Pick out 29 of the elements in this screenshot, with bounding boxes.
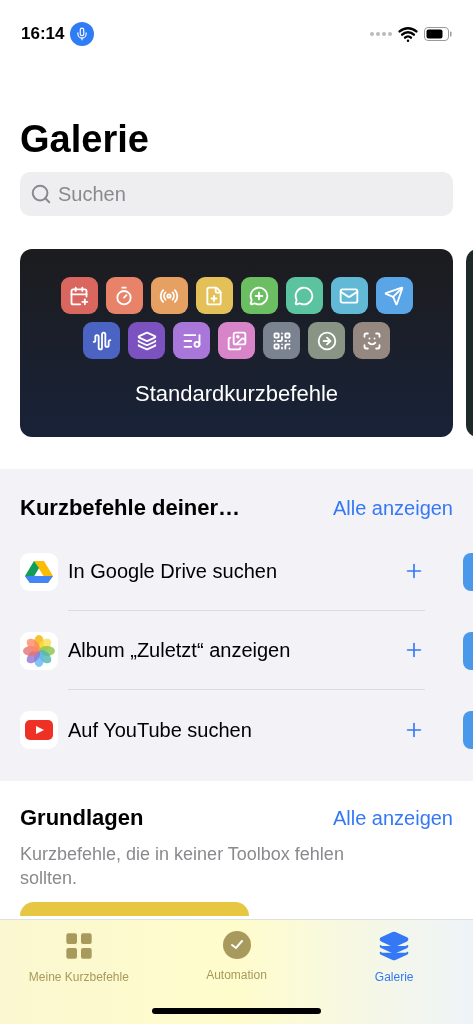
section-title: Kurzbefehle deiner… [20,494,241,522]
youtube-icon [20,710,58,749]
google-drive-icon [20,552,58,591]
shortcut-name[interactable]: Album „Zuletzt“ anzeigen [68,635,403,665]
tab-item[interactable]: Automation [157,920,316,995]
search-icon [30,183,52,205]
card-title: Standardkurzbefehle [135,380,338,408]
section-title: Grundlagen [20,804,144,832]
status-time: 16:14 [21,23,65,46]
tab-item[interactable]: Galerie [315,920,473,995]
shortcut-collection-card[interactable]: Standardkurzbefehle [20,249,453,437]
shortcut-name[interactable]: Auf YouTube suchen [68,714,403,745]
tab-item[interactable]: Meine Kurzbefehle [0,920,158,995]
search-field[interactable]: Suchen [20,172,453,216]
next-column-icon [463,631,473,670]
shortcut-name[interactable]: In Google Drive suchen [68,556,403,586]
shortcut-card[interactable] [20,902,249,916]
clock-icon [221,930,252,960]
photos-app-icon [20,631,58,670]
section-description: Kurzbefehle, die in keiner Toolbox fehlen sollten. [20,843,345,890]
layers-icon [378,930,411,962]
page-title: Galerie [19,117,150,162]
signal-icon [370,32,392,36]
next-column-icon [463,552,473,591]
battery-icon [424,27,452,41]
next-column-icon [463,710,473,749]
show-all-link[interactable]: Alle anzeigen [332,492,453,523]
show-all-link[interactable]: Alle anzeigen [332,802,453,833]
wifi-icon [398,24,418,44]
